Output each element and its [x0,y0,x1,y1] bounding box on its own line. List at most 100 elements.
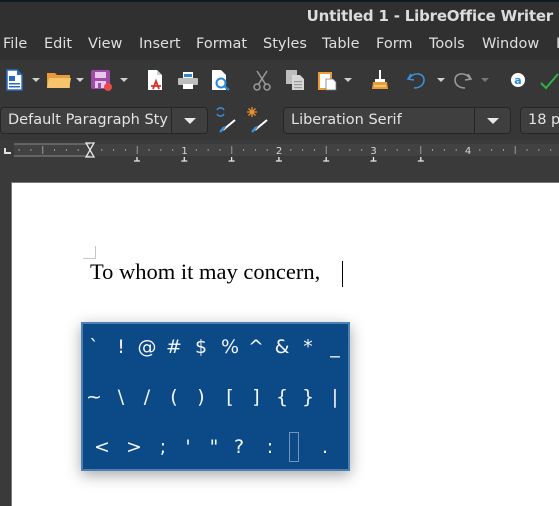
autocorrect-icon: a [511,73,525,87]
char-key[interactable]: & [269,332,295,362]
standard-toolbar: a [0,60,559,100]
char-key[interactable]: # [161,332,187,362]
paste-button[interactable] [315,68,339,92]
paragraph-style-dropdown-button[interactable] [171,108,207,133]
char-key[interactable]: ' [175,432,201,462]
font-size-combo[interactable]: 18 p [520,107,559,134]
new-document-icon [6,69,23,91]
char-key[interactable]: { [269,382,295,412]
copy-button[interactable] [283,68,307,92]
formatting-toolbar: Default Paragraph Sty Liberation Serif 1… [0,100,559,140]
char-key[interactable]: \ [108,382,134,412]
font-size-value: 18 p [528,112,559,128]
title-bar: Untitled 1 - LibreOffice Writer [0,2,559,30]
char-key[interactable]: ? [226,432,252,462]
update-style-button[interactable] [212,105,240,135]
char-key[interactable]: ! [108,332,134,362]
char-key[interactable]: ] [243,382,269,412]
redo-icon [454,73,473,89]
horizontal-ruler[interactable]: 1 2 3 4 [14,142,559,162]
char-key-selected[interactable] [289,432,299,462]
undo-dropdown[interactable] [437,78,445,82]
paste-dropdown[interactable] [344,78,352,82]
paragraph-style-combo[interactable]: Default Paragraph Sty [0,107,208,134]
cut-icon [253,70,271,91]
char-key[interactable]: $ [188,332,214,362]
special-character-panel: `! @ # $% ^ & * _ ~ \ /()[]{} | < >; ' "?:. [81,322,350,471]
text-cursor [342,261,343,287]
menu-window[interactable]: Window [482,36,539,52]
export-pdf-button[interactable] [143,68,167,92]
cut-button[interactable] [250,68,274,92]
ruler-tab-stop [370,157,377,162]
redo-button[interactable] [450,68,474,92]
new-document-dropdown[interactable] [32,78,40,82]
menu-styles[interactable]: Styles [263,36,307,52]
autocorrect-button[interactable]: a [506,68,530,92]
char-key[interactable]: _ [322,332,348,362]
char-key[interactable]: | [322,382,348,412]
redo-dropdown[interactable] [481,78,489,82]
spellcheck-button[interactable] [537,68,559,92]
paragraph-style-value: Default Paragraph Sty [8,112,168,128]
menu-edit[interactable]: Edit [44,36,72,52]
char-key[interactable]: ^ [243,332,269,362]
char-key[interactable]: * [295,332,321,362]
chevron-down-icon [486,117,499,124]
paste-icon [318,72,337,91]
clone-formatting-button[interactable] [368,68,392,92]
ruler-row: 1 2 3 4 [0,140,559,162]
export-pdf-icon [148,70,162,90]
char-key[interactable]: > [121,432,147,462]
char-key[interactable]: ~ [81,382,107,412]
ruler-label: 3 [370,146,376,157]
document-text[interactable]: To whom it may concern, [90,259,320,285]
chevron-down-icon [183,117,196,124]
ruler-tab-stop [228,157,235,162]
undo-button[interactable] [405,68,429,92]
char-key[interactable]: . [312,432,338,462]
char-key[interactable]: < [89,432,115,462]
menu-tools[interactable]: Tools [429,36,465,52]
char-key[interactable]: / [134,382,160,412]
print-button[interactable] [176,68,200,92]
char-key[interactable]: ; [150,432,176,462]
font-name-dropdown-button[interactable] [474,108,510,133]
ruler-tab-stop [134,157,140,162]
print-preview-icon [212,70,230,91]
char-key[interactable]: ` [81,332,107,362]
new-style-icon [247,107,268,133]
save-button[interactable] [89,68,113,92]
menu-view[interactable]: View [88,36,122,52]
open-dropdown[interactable] [76,78,84,82]
font-name-value: Liberation Serif [291,112,402,128]
char-key[interactable]: @ [134,332,160,362]
ruler-label: 1 [181,146,187,157]
font-name-combo[interactable]: Liberation Serif [283,107,511,134]
tab-stop-type-icon[interactable] [4,148,11,154]
new-style-button[interactable] [244,105,272,135]
menu-file[interactable]: File [3,36,27,52]
char-key[interactable]: ( [161,382,187,412]
char-key[interactable]: ) [188,382,214,412]
print-icon [178,72,198,89]
char-key[interactable]: : [257,432,283,462]
menu-insert[interactable]: Insert [139,36,181,52]
update-style-icon [216,107,236,133]
open-button[interactable] [45,68,73,92]
print-preview-button[interactable] [209,68,233,92]
menu-form[interactable]: Form [376,36,413,52]
menu-format[interactable]: Format [196,36,247,52]
indent-marker [84,142,96,158]
save-icon [91,70,112,91]
char-key[interactable]: " [201,432,227,462]
char-key[interactable]: } [295,382,321,412]
new-document-button[interactable] [2,68,26,92]
menu-table[interactable]: Table [322,36,360,52]
char-key[interactable]: % [217,332,243,362]
text-boundary-corner [83,246,96,259]
char-key[interactable]: [ [217,382,243,412]
svg-text:a: a [514,74,521,87]
save-dropdown[interactable] [120,78,128,82]
ruler-tab-stop [417,157,424,162]
